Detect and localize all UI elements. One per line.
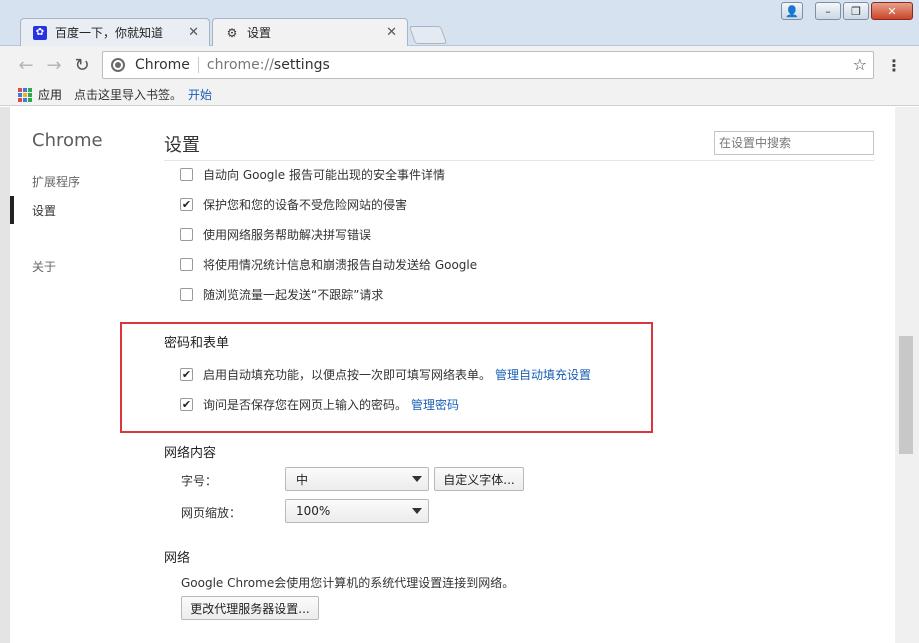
tab-settings[interactable]: ⚙ 设置 ✕ [212, 18, 408, 46]
browser-toolbar: ← → ↻ Chrome chrome://settings ☆ ⋮ [0, 46, 919, 84]
dropdown-arrow-icon [412, 476, 422, 482]
section-heading-web-content: 网络内容 [164, 446, 217, 461]
checkbox[interactable]: ✔ [180, 398, 193, 411]
manage-autofill-link[interactable]: 管理自动填充设置 [495, 366, 591, 383]
privacy-option-security-reports[interactable]: 自动向 Google 报告可能出现的安全事件详情 [180, 166, 445, 183]
omnibox-url[interactable]: chrome://settings [207, 57, 330, 73]
dropdown-arrow-icon [412, 508, 422, 514]
bookmark-star-icon[interactable]: ☆ [853, 55, 867, 74]
window-left-edge [0, 107, 10, 643]
tab-title: 设置 [247, 26, 272, 40]
window-controls: 👤 – ❐ ✕ [781, 2, 913, 20]
header-divider [164, 160, 874, 161]
scrollbar-thumb[interactable] [899, 336, 913, 454]
checkbox[interactable]: ✔ [180, 198, 193, 211]
privacy-option-safe-browsing[interactable]: ✔ 保护您和您的设备不受危险网站的侵害 [180, 196, 407, 213]
checkbox[interactable]: ✔ [180, 368, 193, 381]
address-bar[interactable]: Chrome chrome://settings ☆ [102, 51, 874, 79]
maximize-button[interactable]: ❐ [843, 2, 869, 20]
url-scheme: chrome:// [206, 57, 274, 73]
omnibox-separator [197, 57, 199, 73]
option-label: 将使用情况统计信息和崩溃报告自动发送给 Google [203, 258, 478, 272]
sidebar-item-extensions[interactable]: 扩展程序 [32, 173, 80, 190]
url-path: settings [273, 57, 330, 73]
option-label: 使用网络服务帮助解决拼写错误 [203, 228, 372, 242]
bookmark-import-hint: 点击这里导入书签。 [74, 88, 183, 102]
bookmarks-bar: 应用 点击这里导入书签。 开始 [0, 84, 919, 106]
apps-grid-icon[interactable] [18, 87, 32, 102]
manage-passwords-link[interactable]: 管理密码 [411, 396, 459, 413]
menu-dots-icon[interactable]: ⋮ [886, 56, 902, 75]
change-proxy-button[interactable]: 更改代理服务器设置... [181, 596, 319, 620]
tab-title: 百度一下，你就知道 [55, 26, 164, 40]
custom-fonts-button[interactable]: 自定义字体... [434, 467, 524, 491]
close-tab-icon[interactable]: ✕ [386, 25, 397, 40]
page-title: 设置 [164, 135, 200, 156]
checkbox[interactable] [180, 258, 193, 271]
checkbox[interactable] [180, 288, 193, 301]
tab-baidu[interactable]: ✿ 百度一下，你就知道 ✕ [20, 18, 210, 46]
bookmark-apps[interactable]: 应用 [38, 86, 62, 103]
checkbox[interactable] [180, 228, 193, 241]
sidebar-item-about[interactable]: 关于 [32, 258, 56, 275]
chrome-page-icon [111, 58, 125, 72]
gear-icon: ⚙ [226, 25, 238, 40]
page-zoom-label: 网页缩放： [181, 506, 242, 520]
back-arrow-icon[interactable]: ← [12, 51, 40, 79]
sidebar-selected-marker [10, 196, 14, 224]
section-heading-passwords: 密码和表单 [164, 336, 230, 351]
save-passwords-option[interactable]: ✔ 询问是否保存您在网页上输入的密码。 管理密码 [180, 396, 459, 413]
privacy-option-spelling[interactable]: 使用网络服务帮助解决拼写错误 [180, 226, 371, 243]
option-label: 询问是否保存您在网页上输入的密码。 [203, 398, 408, 412]
section-heading-network: 网络 [164, 551, 191, 566]
bookmark-start-link[interactable]: 开始 [188, 86, 212, 103]
page-zoom-select[interactable]: 100% [285, 499, 429, 523]
option-label: 随浏览流量一起发送“不跟踪”请求 [203, 288, 384, 302]
sidebar-title: Chrome [32, 130, 103, 151]
user-profile-button[interactable]: 👤 [781, 2, 803, 20]
new-tab-button[interactable] [408, 26, 448, 44]
proxy-description: Google Chrome会使用您计算机的系统代理设置连接到网络。 [181, 576, 515, 590]
privacy-option-usage-stats[interactable]: 将使用情况统计信息和崩溃报告自动发送给 Google [180, 256, 477, 273]
option-label: 自动向 Google 报告可能出现的安全事件详情 [203, 168, 445, 182]
reload-icon[interactable]: ↻ [68, 51, 96, 79]
checkbox[interactable] [180, 168, 193, 181]
font-size-label: 字号： [181, 474, 218, 488]
forward-arrow-icon[interactable]: → [40, 51, 68, 79]
settings-search-input[interactable] [714, 131, 874, 155]
baidu-paw-icon: ✿ [33, 25, 47, 40]
close-window-button[interactable]: ✕ [871, 2, 913, 20]
page-zoom-value: 100% [296, 504, 331, 518]
option-label: 启用自动填充功能，以便点按一次即可填写网络表单。 [203, 368, 492, 382]
autofill-option[interactable]: ✔ 启用自动填充功能，以便点按一次即可填写网络表单。 管理自动填充设置 [180, 366, 591, 383]
omnibox-chip: Chrome [135, 57, 190, 73]
font-size-value: 中 [296, 472, 309, 487]
option-label: 保护您和您的设备不受危险网站的侵害 [203, 198, 408, 212]
close-tab-icon[interactable]: ✕ [188, 25, 199, 40]
minimize-button[interactable]: – [815, 2, 841, 20]
font-size-select[interactable]: 中 [285, 467, 429, 491]
privacy-option-do-not-track[interactable]: 随浏览流量一起发送“不跟踪”请求 [180, 286, 383, 303]
sidebar-item-settings[interactable]: 设置 [32, 202, 56, 219]
